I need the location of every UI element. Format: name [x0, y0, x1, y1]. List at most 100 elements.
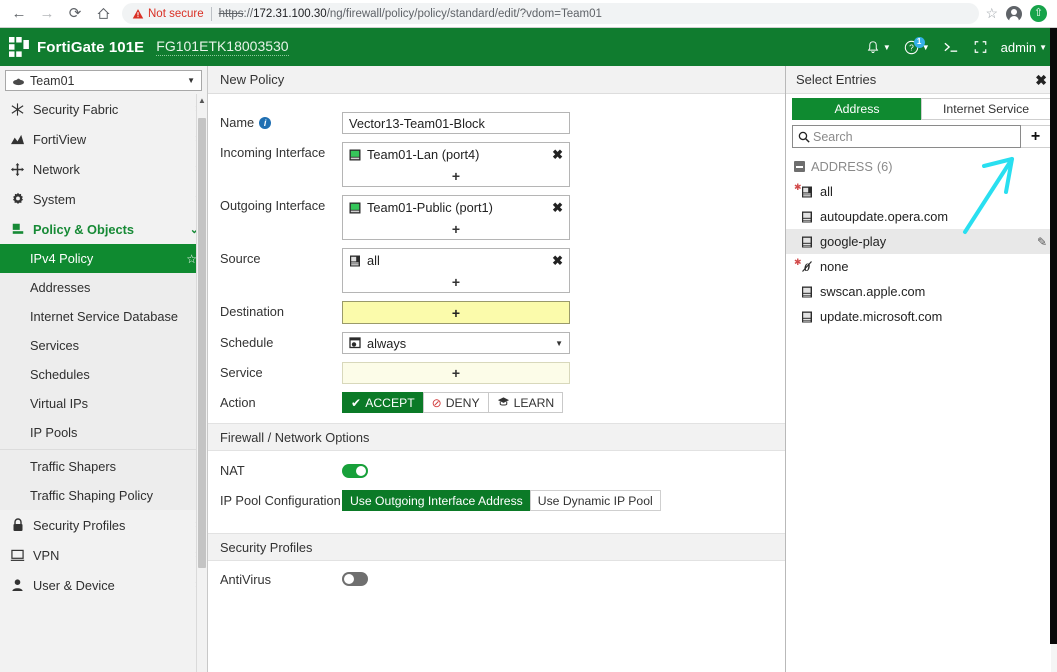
sidebar-item-traffic-shapers[interactable]: Traffic Shapers: [0, 452, 207, 481]
sidebar-item-security-fabric[interactable]: Security Fabric ›: [0, 94, 207, 124]
sidebar-item-label: Services: [30, 338, 80, 353]
address-bar[interactable]: Not secure https://172.31.100.30/ng/fire…: [122, 3, 980, 24]
info-icon[interactable]: i: [259, 116, 272, 129]
lock-icon: [8, 518, 27, 532]
list-item[interactable]: ✱ all: [786, 179, 1057, 204]
action-accept-button[interactable]: ✔ ACCEPT: [342, 392, 424, 413]
add-service-button[interactable]: +: [342, 362, 570, 384]
use-outgoing-interface-address-button[interactable]: Use Outgoing Interface Address: [342, 490, 531, 511]
update-available-icon[interactable]: ⇧: [1030, 5, 1047, 22]
reload-icon[interactable]: ⟳: [62, 2, 88, 26]
add-incoming-interface-button[interactable]: +: [343, 166, 569, 186]
list-item[interactable]: ✱ google-play ✎: [786, 229, 1057, 254]
back-arrow-icon[interactable]: ←: [6, 2, 32, 26]
incoming-interface-control: Team01-Lan (port4) ✖ +: [342, 142, 570, 187]
list-item[interactable]: ✱ update.microsoft.com: [786, 304, 1057, 329]
tab-internet-service[interactable]: Internet Service: [921, 98, 1051, 120]
form-row-ip-pool-configuration: IP Pool Configuration Use Outgoing Inter…: [208, 490, 785, 511]
sidebar-item-traffic-shaping-policy[interactable]: Traffic Shaping Policy: [0, 481, 207, 510]
search-input[interactable]: [813, 129, 1015, 144]
name-input[interactable]: [342, 112, 570, 134]
sidebar-item-addresses[interactable]: Addresses: [0, 273, 207, 302]
product-name: FortiGate 101E: [37, 38, 145, 56]
sidebar-item-virtual-ips[interactable]: Virtual IPs: [0, 389, 207, 418]
list-item-label: all: [820, 184, 833, 199]
fullscreen-icon[interactable]: [973, 40, 988, 54]
sidebar-item-network[interactable]: Network ›: [0, 154, 207, 184]
destination-control: +: [342, 301, 570, 324]
add-outgoing-interface-button[interactable]: +: [343, 219, 569, 239]
sidebar-item-policy-objects[interactable]: Policy & Objects ⌄: [0, 214, 207, 244]
list-item[interactable]: ✱ autoupdate.opera.com: [786, 204, 1057, 229]
service-label: Service: [220, 365, 263, 380]
edit-pencil-icon[interactable]: ✎: [1037, 235, 1047, 249]
add-entry-button[interactable]: +: [1021, 125, 1051, 148]
address-group-header[interactable]: ADDRESS (6): [786, 154, 1057, 179]
sidebar-item-ip-pools[interactable]: IP Pools: [0, 418, 207, 447]
schedule-select[interactable]: always ▼: [342, 332, 570, 354]
sidebar-item-services[interactable]: Services: [0, 331, 207, 360]
sidebar-item-schedules[interactable]: Schedules: [0, 360, 207, 389]
security-fabric-icon: [8, 102, 27, 117]
gear-icon: [8, 192, 27, 206]
remove-chip-icon[interactable]: ✖: [552, 148, 563, 161]
sidebar-item-vpn[interactable]: VPN ›: [0, 540, 207, 570]
nat-label: NAT: [220, 463, 245, 478]
list-item[interactable]: ✱ swscan.apple.com: [786, 279, 1057, 304]
bell-icon[interactable]: ▼: [866, 40, 891, 55]
sidebar-scroll-thumb[interactable]: [198, 118, 206, 568]
sidebar-item-fortiview[interactable]: FortiView ›: [0, 124, 207, 154]
sidebar-item-label: Addresses: [30, 280, 91, 295]
add-destination-button[interactable]: +: [342, 301, 570, 324]
remove-chip-icon[interactable]: ✖: [552, 201, 563, 214]
admin-menu[interactable]: admin ▼: [1001, 40, 1047, 55]
help-question-icon[interactable]: ? 1 ▼: [904, 36, 930, 55]
sidebar-item-internet-service-database[interactable]: Internet Service Database: [0, 302, 207, 331]
vdom-label: Team01: [30, 73, 75, 88]
search-box[interactable]: [792, 125, 1021, 148]
collapse-minus-icon[interactable]: [794, 161, 805, 172]
sidebar-item-label: System: [33, 191, 76, 207]
cli-console-icon[interactable]: [943, 40, 960, 54]
incoming-interface-box[interactable]: Team01-Lan (port4) ✖ +: [342, 142, 570, 187]
sidebar-scrollbar[interactable]: ▲: [196, 94, 207, 672]
browser-actions: ☆ ⇧: [985, 5, 1057, 23]
outgoing-interface-box[interactable]: Team01-Public (port1) ✖ +: [342, 195, 570, 240]
bookmark-star-icon[interactable]: ☆: [985, 5, 998, 22]
tab-address[interactable]: Address: [792, 98, 922, 120]
schedule-clock-icon: [349, 337, 361, 349]
main-panel: New Policy Name i Incoming Interface: [208, 66, 786, 672]
header-tools: ▼ ? 1 ▼ admin ▼: [866, 36, 1047, 55]
sidebar-item-ipv4-policy[interactable]: IPv4 Policy ☆: [0, 244, 207, 273]
remove-chip-icon[interactable]: ✖: [552, 254, 563, 267]
sidebar-item-security-profiles[interactable]: Security Profiles ›: [0, 510, 207, 540]
close-icon[interactable]: ✖: [1035, 73, 1047, 87]
monitor-icon: [8, 549, 27, 562]
scroll-up-icon[interactable]: ▲: [198, 96, 206, 105]
forward-arrow-icon[interactable]: →: [34, 2, 60, 26]
home-icon[interactable]: [90, 2, 116, 26]
address-fqdn-icon: [801, 211, 813, 223]
required-marker: ✱: [794, 279, 800, 292]
list-item[interactable]: ✱ 0 none: [786, 254, 1057, 279]
vdom-selector[interactable]: Team01 ▼: [5, 70, 202, 91]
nat-toggle[interactable]: [342, 463, 368, 478]
source-control: all ✖ +: [342, 248, 570, 293]
action-learn-button[interactable]: LEARN: [487, 392, 564, 413]
vdom-icon: [12, 75, 25, 86]
network-icon: [8, 162, 27, 177]
address-group-label: ADDRESS: [811, 159, 873, 174]
form-row-antivirus: AntiVirus: [208, 572, 785, 586]
use-dynamic-ip-pool-button[interactable]: Use Dynamic IP Pool: [529, 490, 661, 511]
schedule-value: always: [367, 335, 407, 351]
action-deny-button[interactable]: ⊘ DENY: [422, 392, 489, 413]
add-source-button[interactable]: +: [343, 272, 569, 292]
sidebar-item-system[interactable]: System ›: [0, 184, 207, 214]
firewall-network-options-header: Firewall / Network Options: [208, 423, 785, 451]
antivirus-toggle[interactable]: [342, 572, 368, 586]
action-accept-label: ACCEPT: [365, 395, 415, 410]
form-row-service: Service +: [208, 362, 785, 384]
sidebar-item-user-device[interactable]: User & Device ›: [0, 570, 207, 600]
profile-avatar-icon[interactable]: [1006, 5, 1022, 23]
source-box[interactable]: all ✖ +: [342, 248, 570, 293]
